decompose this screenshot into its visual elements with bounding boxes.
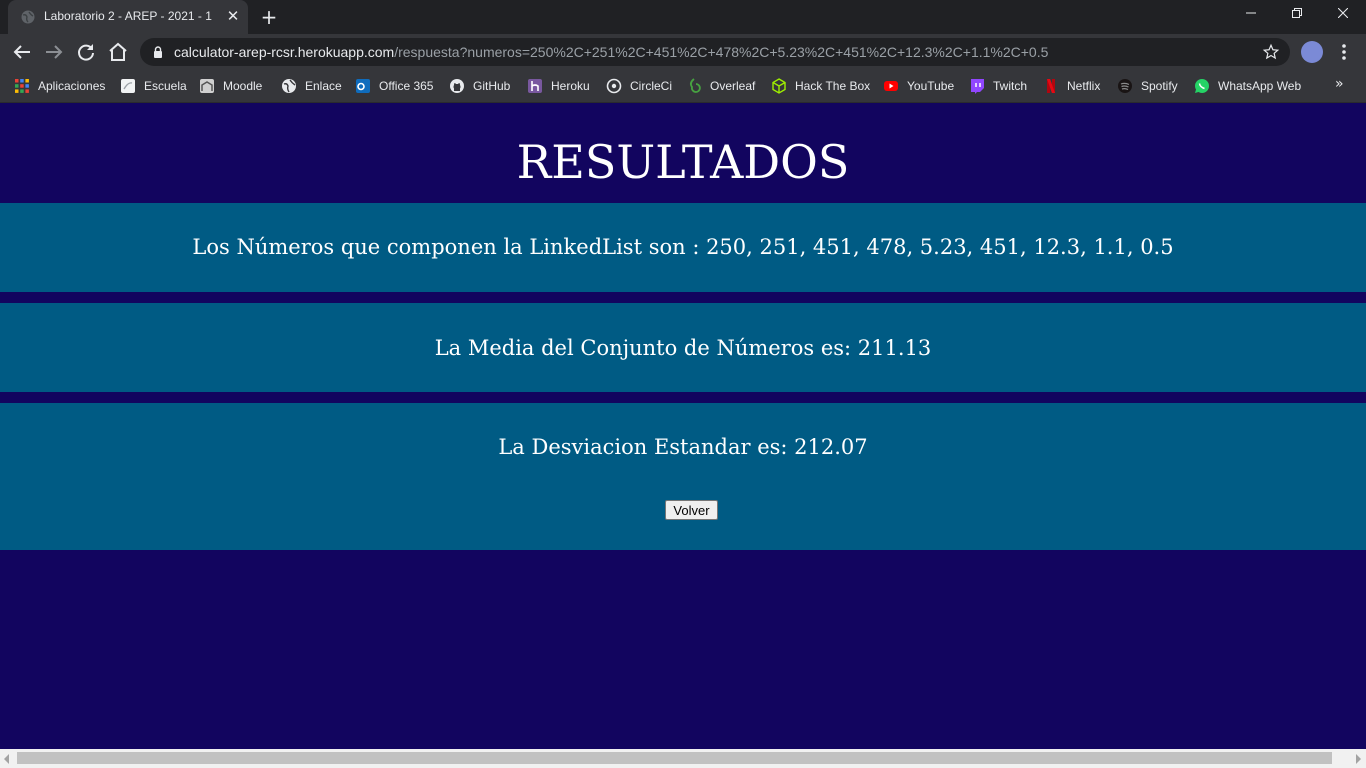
spotify-icon (1118, 79, 1132, 93)
menu-dots-icon[interactable] (1336, 42, 1352, 62)
mean-text: La Media del Conjunto de Números es: 211… (434, 336, 932, 360)
restore-icon[interactable] (1274, 0, 1320, 30)
address-bar[interactable]: calculator-arep-rcsr.herokuapp.com/respu… (140, 38, 1290, 66)
globe-icon (282, 79, 296, 93)
bookmark-hack-the-box[interactable]: Hack The Box (771, 77, 870, 95)
bookmark-label: Moodle (223, 79, 263, 93)
bookmark-escuela[interactable]: Escuela (120, 77, 187, 95)
bookmark-office-365[interactable]: Office 365 (355, 77, 433, 95)
bookmark-star-icon[interactable] (1262, 43, 1280, 61)
bookmark-label: CircleCi (630, 79, 672, 93)
bookmark-spotify[interactable]: Spotify (1117, 77, 1178, 95)
bookmark-label: Twitch (993, 79, 1028, 93)
back-arrow-icon[interactable] (10, 40, 34, 64)
scroll-left-arrow-icon[interactable] (4, 754, 9, 764)
home-icon[interactable] (106, 40, 130, 64)
bookmarks-bar: Aplicaciones Escuela Moodle Enlace Offic… (0, 70, 1366, 103)
horizontal-scrollbar[interactable] (0, 749, 1366, 768)
bookmark-netflix[interactable]: Netflix (1043, 77, 1100, 95)
page-icon (121, 79, 135, 93)
bookmark-label: Heroku (551, 79, 590, 93)
bookmark-overleaf[interactable]: Overleaf (686, 77, 755, 95)
whatsapp-icon (1195, 79, 1209, 93)
moodle-icon (200, 79, 214, 93)
github-icon (450, 79, 464, 93)
hackthebox-icon (772, 78, 786, 94)
tab-close-icon[interactable]: ✕ (224, 7, 242, 25)
bookmark-moodle[interactable]: Moodle (199, 77, 262, 95)
browser-toolbar: calculator-arep-rcsr.herokuapp.com/respu… (0, 34, 1366, 70)
twitch-icon (971, 79, 984, 94)
circleci-icon (606, 78, 622, 94)
url-text[interactable]: calculator-arep-rcsr.herokuapp.com/respu… (174, 44, 1048, 60)
netflix-icon (1047, 79, 1055, 93)
tab-strip: Laboratorio 2 - AREP - 2021 - 1 ✕ + (0, 0, 1366, 34)
browser-tab[interactable]: Laboratorio 2 - AREP - 2021 - 1 ✕ (8, 0, 248, 34)
linkedlist-panel: Los Números que componen la LinkedList s… (0, 203, 1366, 292)
bookmark-whatsapp-web[interactable]: WhatsApp Web (1194, 77, 1301, 95)
close-window-icon[interactable] (1320, 0, 1366, 30)
bookmark-circleci[interactable]: CircleCi (606, 77, 672, 95)
bookmark-label: Office 365 (379, 79, 434, 93)
overleaf-icon (689, 78, 701, 93)
more-bookmarks-button[interactable]: » (1335, 76, 1344, 92)
lock-icon[interactable] (152, 46, 164, 58)
bookmark-aplicaciones[interactable]: Aplicaciones (14, 77, 105, 95)
bookmark-label: Overleaf (710, 79, 756, 93)
bookmark-label: YouTube (907, 79, 955, 93)
mean-panel: La Media del Conjunto de Números es: 211… (0, 303, 1366, 392)
outlook-icon (356, 79, 370, 93)
youtube-icon (884, 81, 898, 91)
bookmark-label: Aplicaciones (38, 79, 106, 93)
bookmark-enlace[interactable]: Enlace (281, 77, 342, 95)
url-host: calculator-arep-rcsr.herokuapp.com (174, 44, 395, 60)
globe-icon (21, 10, 35, 24)
scrollbar-thumb[interactable] (17, 752, 1332, 764)
bookmark-twitch[interactable]: Twitch (969, 77, 1027, 95)
bookmark-heroku[interactable]: Heroku (527, 77, 590, 95)
forward-arrow-icon[interactable] (42, 40, 66, 64)
bookmark-youtube[interactable]: YouTube (883, 77, 954, 95)
minimize-icon[interactable] (1228, 0, 1274, 30)
bookmark-label: Netflix (1067, 79, 1101, 93)
bookmark-github[interactable]: GitHub (449, 77, 510, 95)
bookmark-label: WhatsApp Web (1218, 79, 1302, 93)
heroku-icon (528, 79, 542, 93)
page-content: RESULTADOS Los Números que componen la L… (0, 103, 1366, 749)
tab-title: Laboratorio 2 - AREP - 2021 - 1 (44, 9, 212, 23)
reload-icon[interactable] (74, 40, 98, 64)
stddev-text: La Desviacion Estandar es: 212.07 (498, 435, 868, 459)
bookmark-label: GitHub (473, 79, 511, 93)
linkedlist-text: Los Números que componen la LinkedList s… (192, 235, 1174, 259)
new-tab-button[interactable]: + (258, 6, 280, 28)
stddev-panel: La Desviacion Estandar es: 212.07 Volver (0, 403, 1366, 550)
bookmark-label: Escuela (144, 79, 187, 93)
url-path: /respuesta?numeros=250%2C+251%2C+451%2C+… (394, 44, 1049, 60)
page-title: RESULTADOS (516, 135, 850, 189)
bookmark-label: Enlace (305, 79, 342, 93)
bookmark-label: Spotify (1141, 79, 1178, 93)
volver-button[interactable]: Volver (665, 500, 718, 520)
bookmark-label: Hack The Box (795, 79, 871, 93)
profile-avatar[interactable] (1301, 41, 1323, 63)
apps-grid-icon (15, 79, 29, 93)
scroll-right-arrow-icon[interactable] (1356, 754, 1361, 764)
